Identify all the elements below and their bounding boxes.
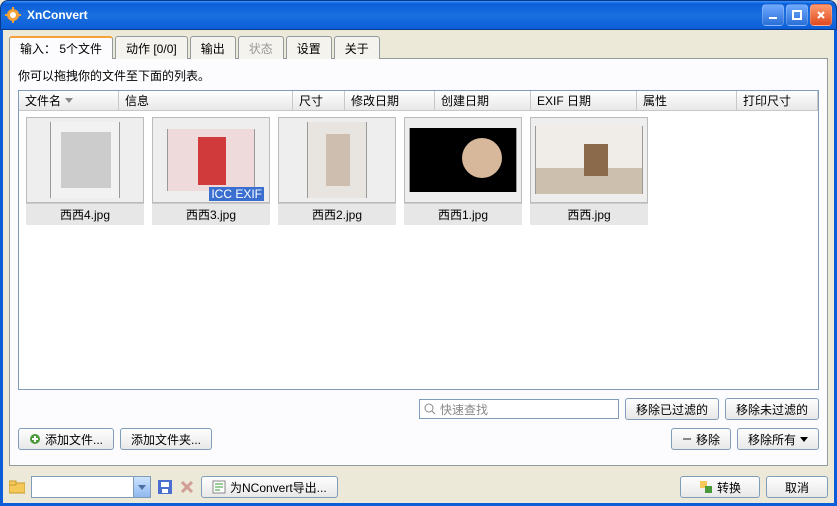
preset-combo[interactable]: [31, 476, 151, 498]
cancel-button[interactable]: 取消: [766, 476, 828, 498]
titlebar: XnConvert: [0, 0, 837, 30]
search-icon: [424, 403, 436, 415]
convert-button[interactable]: 转换: [680, 476, 760, 498]
col-info[interactable]: 信息: [119, 91, 293, 110]
metadata-badges: ICC EXIF: [209, 187, 264, 201]
convert-icon: [699, 480, 713, 494]
tab-settings[interactable]: 设置: [286, 36, 332, 59]
chevron-down-icon: [138, 483, 146, 491]
tab-bar: 输入： 5个文件 动作 [0/0] 输出 状态 设置 关于: [9, 36, 828, 58]
remove-button[interactable]: 移除: [671, 428, 731, 450]
file-name: 西西1.jpg: [404, 203, 522, 225]
app-icon: [5, 7, 21, 23]
list-item[interactable]: 西西4.jpg: [25, 117, 145, 225]
col-filename[interactable]: 文件名: [19, 91, 119, 110]
file-name: 西西3.jpg: [152, 203, 270, 225]
list-item[interactable]: ICC EXIF 西西3.jpg: [151, 117, 271, 225]
col-mdate[interactable]: 修改日期: [345, 91, 435, 110]
list-item[interactable]: 西西2.jpg: [277, 117, 397, 225]
file-name: 西西.jpg: [530, 203, 648, 225]
file-list: 文件名 信息 尺寸 修改日期 创建日期 EXIF 日期 属性 打印尺寸 西西4.…: [18, 90, 819, 390]
window-title: XnConvert: [27, 8, 762, 22]
col-attr[interactable]: 属性: [637, 91, 737, 110]
remove-filtered-button[interactable]: 移除已过滤的: [625, 398, 719, 420]
tab-output[interactable]: 输出: [190, 36, 236, 59]
file-name: 西西2.jpg: [278, 203, 396, 225]
maximize-button[interactable]: [786, 4, 808, 26]
file-name: 西西4.jpg: [26, 203, 144, 225]
plus-icon: [29, 433, 41, 445]
add-file-button[interactable]: 添加文件...: [18, 428, 114, 450]
remove-all-button[interactable]: 移除所有: [737, 428, 819, 450]
chevron-down-icon: [800, 435, 808, 443]
close-button[interactable]: [810, 4, 832, 26]
tab-status[interactable]: 状态: [238, 36, 284, 59]
minimize-button[interactable]: [762, 4, 784, 26]
col-size[interactable]: 尺寸: [293, 91, 345, 110]
col-exif[interactable]: EXIF 日期: [531, 91, 637, 110]
thumbnail-area[interactable]: 西西4.jpg ICC EXIF 西西3.jpg 西西2.jpg 西西1.jpg: [19, 111, 818, 389]
list-item[interactable]: 西西1.jpg: [403, 117, 523, 225]
bottom-toolbar: 为NConvert导出... 转换 取消: [9, 474, 828, 500]
tab-about[interactable]: 关于: [334, 36, 380, 59]
export-nconvert-button[interactable]: 为NConvert导出...: [201, 476, 338, 498]
tab-action[interactable]: 动作 [0/0]: [115, 36, 188, 59]
input-panel: 你可以拖拽你的文件至下面的列表。 文件名 信息 尺寸 修改日期 创建日期 EXI…: [9, 58, 828, 466]
minus-icon: [682, 434, 692, 444]
folder-icon[interactable]: [9, 479, 25, 495]
column-headers: 文件名 信息 尺寸 修改日期 创建日期 EXIF 日期 属性 打印尺寸: [19, 91, 818, 111]
tab-input[interactable]: 输入： 5个文件: [9, 36, 113, 59]
script-icon: [212, 480, 226, 494]
list-item[interactable]: 西西.jpg: [529, 117, 649, 225]
sort-desc-icon: [65, 98, 73, 103]
remove-unfiltered-button[interactable]: 移除未过滤的: [725, 398, 819, 420]
drag-hint: 你可以拖拽你的文件至下面的列表。: [18, 67, 819, 84]
col-psize[interactable]: 打印尺寸: [737, 91, 818, 110]
col-cdate[interactable]: 创建日期: [435, 91, 531, 110]
add-folder-button[interactable]: 添加文件夹...: [120, 428, 212, 450]
search-input[interactable]: 快速查找: [419, 399, 619, 419]
save-icon[interactable]: [157, 479, 173, 495]
delete-icon[interactable]: [179, 479, 195, 495]
